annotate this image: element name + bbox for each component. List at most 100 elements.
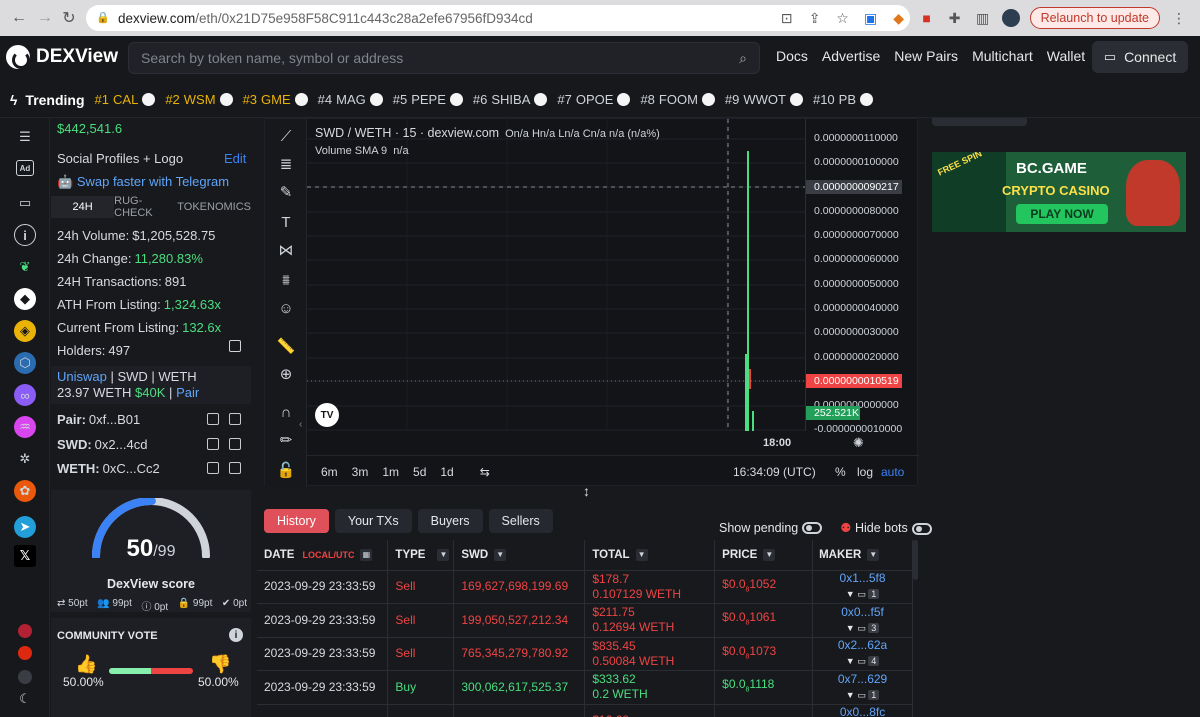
token-search[interactable]: ⌕ (128, 42, 760, 74)
gear-chain-icon[interactable]: ✲ (14, 448, 36, 470)
us-flag-icon[interactable] (18, 624, 32, 638)
leaf-chain-icon[interactable]: ❦ (14, 256, 36, 278)
table-row[interactable]: 2023-09-29 23:33:59 Sell 169,627,698,199.6… (257, 570, 913, 604)
timeframe-6m[interactable]: 6m (321, 465, 338, 479)
nav-docs[interactable]: Docs (776, 48, 808, 64)
percent-scale-toggle[interactable]: % (835, 465, 846, 479)
table-row[interactable]: $16.68 0x0...8fc▼ ▭ (257, 704, 913, 717)
nav-advertise[interactable]: Advertise (822, 48, 880, 64)
dexview-logo[interactable]: DEXView (6, 45, 118, 69)
ethereum-chain-icon[interactable]: ◆ (14, 288, 36, 310)
trending-item[interactable]: #2 WSM (165, 92, 233, 107)
prediction-icon[interactable]: ⩩ (275, 269, 297, 291)
connect-button[interactable]: ▭ Connect (1092, 41, 1188, 73)
ad-icon[interactable]: Ad (16, 160, 34, 176)
info-icon[interactable]: i (229, 628, 243, 642)
bookmark-star-icon[interactable]: ☆ (834, 9, 852, 27)
timeframe-1m[interactable]: 1m (382, 465, 399, 479)
search-input[interactable] (141, 50, 721, 66)
tab-tokenomics[interactable]: TOKENOMICS (177, 196, 251, 218)
table-scrollbar[interactable] (913, 540, 918, 580)
menu-list-icon[interactable]: ☰ (14, 126, 36, 148)
share-icon[interactable]: ⇪ (806, 9, 824, 27)
trending-item[interactable]: #6 SHIBA (473, 92, 548, 107)
col-swd[interactable]: SWD ▼ (453, 540, 586, 571)
price-chart[interactable]: ⟋ ≣ ✎ T ⋈ ⩩ ☺ 📏 ⊕ ∩ ✏ 🔓 TV ‹ SWD / WETH … (264, 118, 919, 487)
trending-item[interactable]: #4 MAG (318, 92, 383, 107)
ad-play-now-button[interactable]: PLAY NOW (1016, 204, 1108, 224)
tab-buyers[interactable]: Buyers (417, 509, 483, 533)
trade-maker[interactable]: 0x7...629 ▼ ▭ 1 (812, 670, 913, 705)
filter-icon[interactable]: ▼ (635, 548, 648, 561)
edit-social-link[interactable]: Edit (224, 151, 246, 166)
copy-icon[interactable] (207, 462, 219, 474)
external-link-icon[interactable] (229, 462, 241, 474)
timeframe-3m[interactable]: 3m (352, 465, 369, 479)
trend-line-icon[interactable]: ⟋ (275, 125, 297, 147)
lock-drawing-icon[interactable]: ✏ (275, 429, 297, 451)
trending-item[interactable]: #7 OPOE (557, 92, 631, 107)
text-tool-icon[interactable]: T (275, 211, 297, 233)
shiba-chain-icon[interactable]: ✿ (14, 480, 36, 502)
trending-item[interactable]: #9 WWOT (725, 92, 803, 107)
install-icon[interactable]: ⊡ (778, 9, 796, 27)
date-range-icon[interactable]: ⇆ (480, 465, 490, 479)
table-row[interactable]: 2023-09-29 23:33:59 Sell 199,050,527,212.3… (257, 603, 913, 638)
toggle-switch[interactable] (802, 522, 823, 535)
thumb-up-icon[interactable]: 👍 (75, 654, 97, 675)
copy-icon[interactable] (207, 438, 219, 450)
magnet-icon[interactable]: ∩ (275, 401, 297, 423)
tab-history[interactable]: History (264, 509, 329, 533)
col-type[interactable]: TYPE ▼ (387, 540, 455, 571)
calendar-icon[interactable]: ▦ (360, 548, 373, 561)
col-total[interactable]: TOTAL ▼ (584, 540, 716, 571)
trade-maker[interactable]: 0x0...f5f ▼ ▭ 3 (812, 603, 913, 638)
reload-icon[interactable]: ↻ (58, 7, 80, 29)
filter-icon[interactable]: ▼ (763, 548, 776, 561)
col-price[interactable]: PRICE ▼ (714, 540, 814, 571)
thumb-down-icon[interactable]: 👎 (209, 654, 231, 675)
trade-maker[interactable]: 0x0...8fc▼ ▭ (812, 704, 913, 717)
pattern-icon[interactable]: ⋈ (275, 239, 297, 261)
telegram-swap-link[interactable]: 🤖 Swap faster with Telegram (57, 174, 229, 190)
filter-icon[interactable]: ▼ (494, 548, 507, 561)
timeframe-1d[interactable]: 1d (440, 465, 453, 479)
pulse-chain-icon[interactable]: ♒ (14, 416, 36, 438)
toggle-switch[interactable] (911, 522, 932, 535)
translate-extension-icon[interactable]: ▣ (862, 9, 880, 27)
nav-multichart[interactable]: Multichart (972, 48, 1033, 64)
price-axis[interactable]: 0.0000000110000 0.0000000100000 0.00000000… (805, 119, 913, 435)
nav-wallet[interactable]: Wallet (1047, 48, 1085, 64)
chart-plot-area[interactable]: TV ‹ (299, 119, 805, 431)
profile-avatar[interactable] (1001, 9, 1020, 27)
trending-item[interactable]: #10 PB (813, 92, 874, 107)
extension-red-icon[interactable]: ■ (918, 9, 936, 27)
holders-external-link-icon[interactable] (229, 340, 241, 352)
hide-bots-toggle[interactable]: ⚉ Hide bots (840, 520, 932, 535)
resize-vertical-icon[interactable]: ↕ (583, 483, 590, 499)
relaunch-button[interactable]: Relaunch to update (1029, 7, 1160, 29)
utc-clock[interactable]: 16:34:09 (UTC) (733, 465, 816, 479)
external-link-icon[interactable] (229, 438, 241, 450)
copy-icon[interactable] (207, 413, 219, 425)
filter-icon[interactable]: ▼ (867, 548, 880, 561)
col-date[interactable]: DATE LOCAL/UTC ▦ (257, 540, 389, 571)
puzzle-extensions-icon[interactable]: ✚ (946, 9, 964, 27)
trending-item[interactable]: #5 PEPE (393, 92, 463, 107)
dex-name-link[interactable]: Uniswap (57, 369, 107, 384)
tab-sellers[interactable]: Sellers (488, 509, 553, 533)
filter-icon[interactable]: ▼ (437, 548, 450, 561)
local-utc-toggle[interactable]: LOCAL/UTC (302, 550, 354, 560)
right-panel-tab[interactable] (932, 118, 1027, 126)
auto-scale-toggle[interactable]: auto (881, 465, 904, 479)
polygon-chain-icon[interactable]: ∞ (14, 384, 36, 406)
trade-maker[interactable]: 0x1...5f8 ▼ ▭ 1 (812, 570, 913, 604)
back-icon[interactable]: ← (8, 7, 30, 29)
arbitrum-chain-icon[interactable]: ⬡ (14, 352, 36, 374)
china-flag-icon[interactable] (18, 646, 32, 660)
trending-item[interactable]: #8 FOOM (640, 92, 715, 107)
forward-icon[interactable]: → (34, 7, 56, 29)
external-link-icon[interactable] (229, 413, 241, 425)
bnb-chain-icon[interactable]: ◈ (14, 320, 36, 342)
metamask-extension-icon[interactable]: ◆ (890, 9, 908, 27)
